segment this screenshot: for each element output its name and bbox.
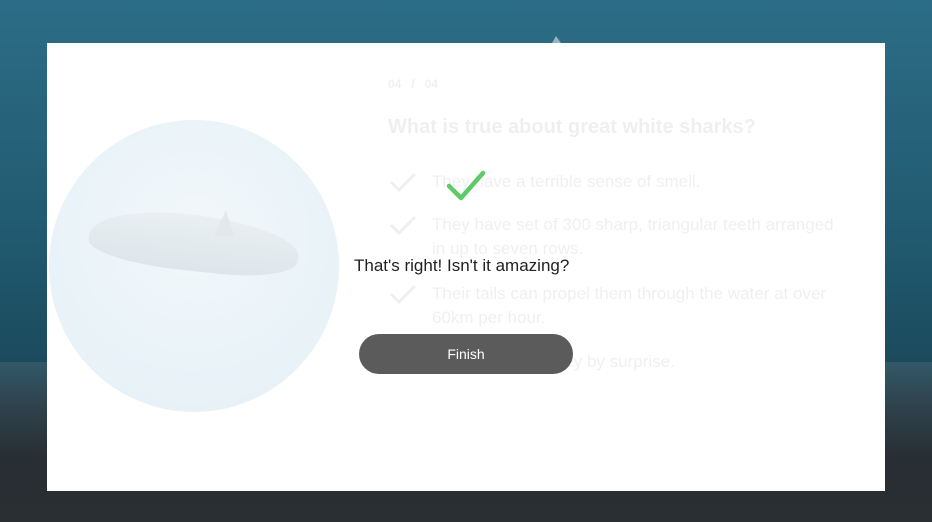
question-text: What is true about great white sharks? [388, 116, 756, 138]
checkmark-icon [446, 170, 486, 201]
counter-separator: / [411, 77, 415, 91]
question-counter: 04 / 04 [388, 77, 438, 91]
answer-text: Their tails can propel them through the … [432, 284, 827, 327]
shark-photo [49, 120, 339, 412]
answer-text: They have set of 300 sharp, triangular t… [432, 215, 834, 258]
answer-option[interactable]: Their tails can propel them through the … [388, 282, 838, 330]
feedback-message: That's right! Isn't it amazing? [354, 256, 570, 275]
check-icon [389, 215, 417, 235]
shark-dorsal-fin [214, 210, 234, 236]
answer-option[interactable]: They have set of 300 sharp, triangular t… [388, 213, 838, 261]
finish-button[interactable]: Finish [359, 334, 573, 374]
shark-shape [86, 204, 302, 282]
check-icon [389, 284, 417, 304]
counter-current: 04 [388, 77, 402, 91]
counter-total: 04 [424, 77, 439, 91]
check-icon [389, 172, 417, 192]
